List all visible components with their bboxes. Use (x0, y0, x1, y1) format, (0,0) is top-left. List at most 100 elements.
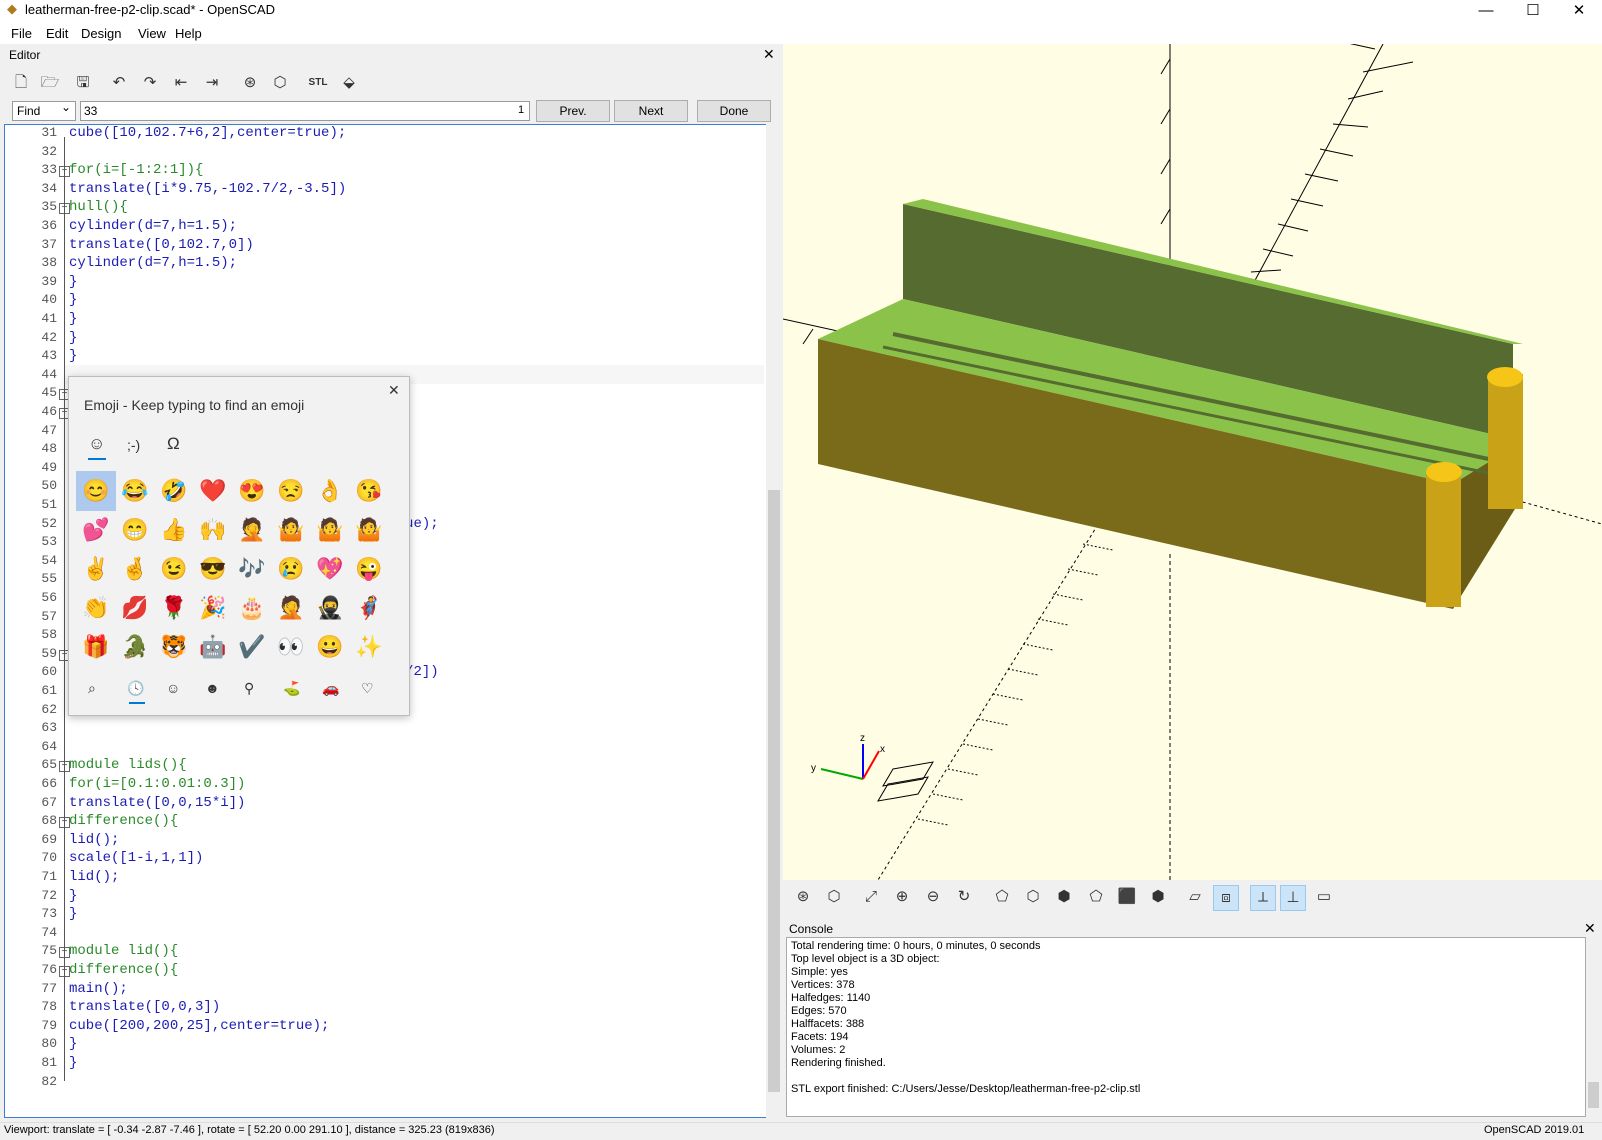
emoji-close-button[interactable]: ✕ (388, 382, 400, 399)
emoji-item[interactable]: 🐊 (117, 629, 153, 665)
emoji-item[interactable]: 🦸 (351, 590, 387, 626)
find-done-button[interactable]: Done (697, 100, 771, 122)
send-to-print-icon[interactable]: ⬙ (336, 72, 362, 96)
code-line[interactable]: hull(){ (69, 199, 128, 215)
emoji-category-icon[interactable]: ☻ (205, 680, 220, 696)
minimize-button[interactable]: — (1463, 0, 1509, 24)
emoji-item[interactable]: 💕 (78, 512, 114, 548)
find-next-button[interactable]: Next (614, 100, 688, 122)
emoji-item[interactable]: 🎂 (234, 590, 270, 626)
emoji-item[interactable]: 🎶 (234, 551, 270, 587)
view-back-icon[interactable]: ⬢ (1145, 885, 1171, 911)
maximize-button[interactable]: ☐ (1510, 0, 1556, 24)
emoji-item[interactable]: ✨ (351, 629, 387, 665)
code-line[interactable]: cylinder(d=7,h=1.5); (69, 218, 237, 234)
zoom-in-icon[interactable]: ⊕ (889, 885, 915, 911)
find-input[interactable]: 33 (80, 101, 530, 121)
code-line[interactable]: translate([0,102.7,0]) (69, 237, 254, 253)
emoji-item[interactable]: 💖 (312, 551, 348, 587)
code-line[interactable]: } (69, 906, 77, 922)
view-all-icon[interactable]: ⤢ (858, 885, 884, 911)
view-right-icon[interactable]: ⬠ (989, 885, 1015, 911)
emoji-item[interactable]: 😒 (273, 473, 309, 509)
emoji-item[interactable]: 🌹 (156, 590, 192, 626)
menu-design[interactable]: Design (81, 26, 121, 41)
emoji-tab-kaomoji[interactable]: ;-) (127, 437, 140, 453)
emoji-item[interactable]: ✔️ (234, 629, 270, 665)
emoji-category-icon[interactable]: ⛳ (283, 680, 300, 697)
code-line[interactable]: } (69, 311, 77, 327)
code-line[interactable]: cylinder(d=7,h=1.5); (69, 255, 237, 271)
emoji-item[interactable]: 😍 (234, 473, 270, 509)
menu-file[interactable]: File (11, 26, 32, 41)
code-line[interactable]: for(i=[-1:2:1]){ (69, 162, 203, 178)
unindent-icon[interactable]: ⇤ (168, 72, 194, 96)
emoji-category-icon[interactable]: ☺ (166, 680, 180, 696)
show-edges-icon[interactable]: ▭ (1311, 885, 1337, 911)
view-left-icon[interactable]: ⬠ (1083, 885, 1109, 911)
emoji-item[interactable]: 🥷 (312, 590, 348, 626)
code-line[interactable]: lid(); (69, 869, 119, 885)
emoji-tab-smileys[interactable]: ☺ (88, 434, 105, 454)
editor-close-button[interactable]: ✕ (763, 46, 775, 63)
code-line[interactable]: translate([0,0,15*i]) (69, 795, 245, 811)
emoji-item[interactable]: 🤦 (273, 590, 309, 626)
code-line[interactable]: cube([200,200,25],center=true); (69, 1018, 329, 1034)
code-line[interactable]: } (69, 292, 77, 308)
emoji-item[interactable]: 😁 (117, 512, 153, 548)
preview-icon[interactable]: ⊛ (790, 885, 816, 911)
emoji-item[interactable]: 😊 (78, 473, 114, 509)
render-icon[interactable]: ⬡ (821, 885, 847, 911)
emoji-category-icon[interactable]: ⌕ (88, 680, 96, 697)
indent-icon[interactable]: ⇥ (199, 72, 225, 96)
emoji-item[interactable]: 💋 (117, 590, 153, 626)
open-file-icon[interactable]: 🗁 (37, 72, 63, 96)
find-mode-select[interactable]: Find (12, 100, 76, 121)
code-line[interactable]: scale([1-i,1,1]) (69, 850, 203, 866)
show-axes-icon[interactable]: ⟂ (1250, 885, 1276, 911)
console-close-button[interactable]: ✕ (1584, 920, 1596, 937)
menu-help[interactable]: Help (175, 26, 202, 41)
emoji-item[interactable]: 🤷 (273, 512, 309, 548)
code-line[interactable]: } (69, 348, 77, 364)
code-line[interactable]: main(); (69, 981, 128, 997)
save-file-icon[interactable]: 🖫 (70, 72, 96, 96)
editor-scrollbar-thumb[interactable] (768, 490, 780, 1092)
emoji-tab-symbols[interactable]: Ω (167, 434, 180, 454)
close-window-button[interactable]: ✕ (1556, 0, 1602, 24)
code-line[interactable]: for(i=[0.1:0.01:0.3]) (69, 776, 245, 792)
emoji-item[interactable]: 🎉 (195, 590, 231, 626)
emoji-item[interactable]: 🤷 (351, 512, 387, 548)
undo-icon[interactable]: ↶ (106, 72, 132, 96)
new-file-icon[interactable]: 🗋 (8, 72, 34, 96)
emoji-item[interactable]: 👀 (273, 629, 309, 665)
emoji-item[interactable]: 😀 (312, 629, 348, 665)
show-scale-icon[interactable]: ⊥ (1280, 885, 1306, 911)
emoji-item[interactable]: 🐯 (156, 629, 192, 665)
view-bottom-icon[interactable]: ⬢ (1051, 885, 1077, 911)
emoji-item[interactable]: 😎 (195, 551, 231, 587)
render-icon[interactable]: ⬡ (267, 72, 293, 96)
preview-icon[interactable]: ⊛ (237, 72, 263, 96)
emoji-item[interactable]: ✌️ (78, 551, 114, 587)
emoji-item[interactable]: 👍 (156, 512, 192, 548)
code-line[interactable]: lid(); (69, 832, 119, 848)
code-line[interactable]: } (69, 330, 77, 346)
code-line[interactable]: } (69, 888, 77, 904)
emoji-category-icon[interactable]: ⚲ (244, 680, 254, 697)
emoji-item[interactable]: 😘 (351, 473, 387, 509)
code-line[interactable]: module lid(){ (69, 943, 178, 959)
console-scrollbar-thumb[interactable] (1588, 1082, 1599, 1108)
code-line[interactable]: cube([10,102.7+6,2],center=true); (69, 125, 346, 141)
emoji-item[interactable]: 👌 (312, 473, 348, 509)
code-line[interactable]: } (69, 274, 77, 290)
zoom-out-icon[interactable]: ⊖ (920, 885, 946, 911)
redo-icon[interactable]: ↷ (137, 72, 163, 96)
code-line[interactable]: difference(){ (69, 962, 178, 978)
emoji-item[interactable]: 🙌 (195, 512, 231, 548)
view-top-icon[interactable]: ⬡ (1020, 885, 1046, 911)
code-line[interactable]: translate([0,0,3]) (69, 999, 220, 1015)
emoji-item[interactable]: 🤞 (117, 551, 153, 587)
code-line[interactable]: translate([i*9.75,-102.7/2,-3.5]) (69, 181, 346, 197)
emoji-item[interactable]: 👏 (78, 590, 114, 626)
